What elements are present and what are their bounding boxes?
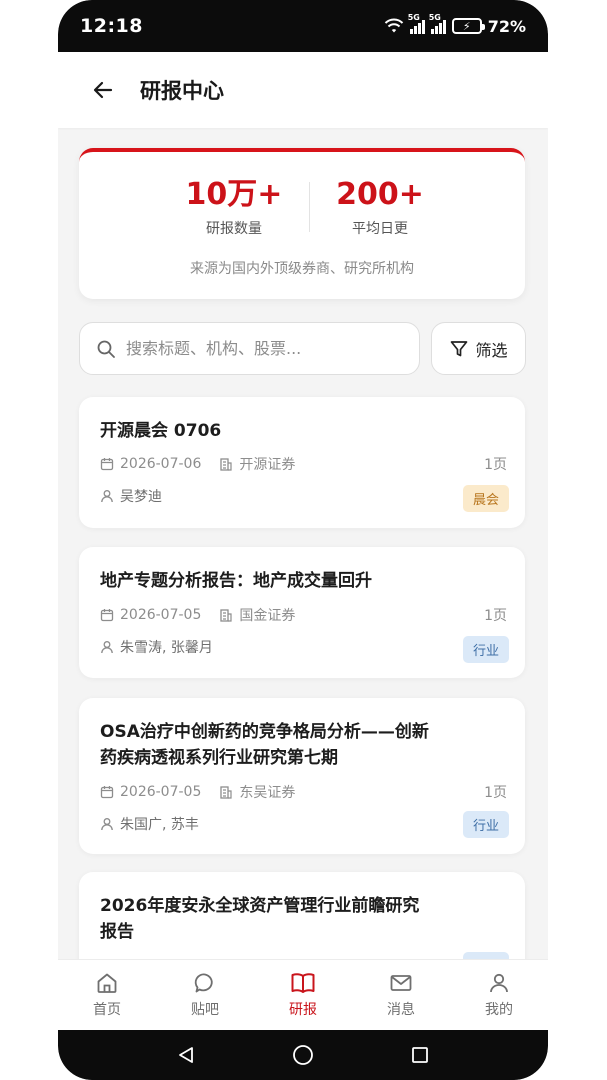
report-title-line: 报告 xyxy=(100,922,134,942)
source-note: 来源为国内外顶级券商、研究所机构 xyxy=(190,261,414,277)
status-icons: 5G 5G ⚡ 72% xyxy=(384,13,526,36)
category-tag: 晨会 xyxy=(462,485,509,512)
report-meta: 2026-07-05 国金证券 1页 xyxy=(100,605,507,625)
report-title-line: 药疾病透视系列行业研究第七期 xyxy=(100,748,338,768)
page-header: 研报中心 xyxy=(58,52,548,128)
nav-item-reports[interactable]: 研报 xyxy=(254,960,352,1030)
report-broker: 东吴证券 xyxy=(239,785,296,801)
filter-label: 筛选 xyxy=(475,340,508,360)
category-tag: 行业 xyxy=(462,811,509,838)
report-authors-row: 吴梦迪 xyxy=(100,486,162,506)
building-icon xyxy=(220,458,232,471)
report-title-line: 2026年度安永全球资产管理行业前瞻研究 xyxy=(100,896,420,916)
back-button[interactable] xyxy=(88,75,118,105)
system-nav-bar xyxy=(58,1030,548,1080)
mail-icon xyxy=(390,975,412,991)
report-authors-row: 朱雪涛, 张馨月 xyxy=(100,637,213,657)
page-title: 研报中心 xyxy=(140,79,224,103)
stats-card: 10万+ 研报数量 200+ 平均日更 来源为国内外顶级券商、研究所机构 xyxy=(79,148,525,299)
nav-item-home[interactable]: 首页 xyxy=(58,960,156,1030)
triangle-back-icon xyxy=(179,1047,193,1063)
home-icon xyxy=(97,973,117,993)
battery-icon: ⚡ xyxy=(451,18,485,34)
report-broker: 国金证券 xyxy=(239,608,296,624)
search-icon xyxy=(97,340,115,358)
phone-screen: 12:18 5G 5G ⚡ 72% 研报中心 10万+ 研报数量 200+ 平均… xyxy=(58,0,548,1080)
report-title: 地产专题分析报告：地产成交量回升 xyxy=(100,571,372,591)
person-icon xyxy=(490,973,508,993)
circle-home-icon xyxy=(293,1045,313,1065)
search-bar[interactable] xyxy=(79,322,420,375)
battery-percent: 72% xyxy=(487,16,526,36)
person-icon xyxy=(101,641,113,654)
report-title: 开源晨会 0706 xyxy=(100,421,222,441)
cell-signal-icon: 5G xyxy=(429,13,446,34)
status-bar: 12:18 5G 5G ⚡ 72% xyxy=(58,0,548,52)
report-date: 2026-07-05 xyxy=(120,784,202,800)
nav-label: 我的 xyxy=(485,1002,513,1018)
nav-label: 贴吧 xyxy=(191,1002,219,1018)
calendar-icon xyxy=(100,609,114,622)
stat-value: 200+ xyxy=(336,177,424,212)
bottom-nav: 首页 贴吧 研报 消息 我的 xyxy=(58,959,548,1030)
report-date: 2026-07-06 xyxy=(120,456,202,472)
report-title-line: OSA治疗中创新药的竞争格局分析——创新 xyxy=(100,722,429,742)
book-icon xyxy=(291,973,315,993)
system-back-button[interactable] xyxy=(176,1045,196,1065)
stat-daily-updates: 200+ 平均日更 xyxy=(305,178,455,238)
system-home-button[interactable] xyxy=(292,1044,314,1066)
report-meta: 2026-07-05 东吴证券 1页 xyxy=(100,782,507,802)
report-authors-row: 朱国广, 苏丰 xyxy=(100,814,199,834)
report-authors: 吴梦迪 xyxy=(120,489,162,505)
building-icon xyxy=(220,786,232,799)
report-meta: 2026-07-06 开源证券 1页 xyxy=(100,454,507,474)
nav-item-messages[interactable]: 消息 xyxy=(352,960,450,1030)
report-card[interactable]: 地产专题分析报告：地产成交量回升 2026-07-05 国金证券 1页 朱雪涛,… xyxy=(79,547,525,678)
stat-report-count: 10万+ 研报数量 xyxy=(159,178,309,238)
report-authors: 朱雪涛, 张馨月 xyxy=(120,640,213,656)
nav-label: 研报 xyxy=(289,1002,317,1018)
arrow-left-icon xyxy=(93,81,113,99)
report-card[interactable]: 开源晨会 0706 2026-07-06 开源证券 1页 吴梦迪 晨会 xyxy=(79,397,525,528)
building-icon xyxy=(220,609,232,622)
system-recents-button[interactable] xyxy=(410,1045,430,1065)
category-tag: 行业 xyxy=(462,636,509,663)
stat-value: 10万+ xyxy=(185,177,283,212)
wifi-icon xyxy=(384,18,403,33)
nav-item-profile[interactable]: 我的 xyxy=(450,960,548,1030)
search-input[interactable] xyxy=(126,339,406,358)
nav-item-forum[interactable]: 贴吧 xyxy=(156,960,254,1030)
nav-label: 首页 xyxy=(93,1002,121,1018)
square-recents-icon xyxy=(412,1047,428,1063)
report-title: 2026年度安永全球资产管理行业前瞻研究 报告 xyxy=(100,893,505,945)
person-icon xyxy=(101,818,113,831)
report-pages: 1页 xyxy=(484,457,507,473)
report-title: OSA治疗中创新药的竞争格局分析——创新 药疾病透视系列行业研究第七期 xyxy=(100,719,505,771)
network-type-label: 5G xyxy=(428,13,441,22)
calendar-icon xyxy=(100,458,114,471)
report-date: 2026-07-05 xyxy=(120,607,202,623)
filter-button[interactable]: 筛选 xyxy=(431,322,526,375)
report-authors: 朱国广, 苏丰 xyxy=(120,817,199,833)
funnel-icon xyxy=(451,340,468,356)
report-pages: 1页 xyxy=(484,785,507,801)
network-type-label: 5G xyxy=(407,13,420,22)
nav-label: 消息 xyxy=(387,1002,415,1018)
report-pages: 1页 xyxy=(484,608,507,624)
calendar-icon xyxy=(100,786,114,799)
report-card[interactable]: OSA治疗中创新药的竞争格局分析——创新 药疾病透视系列行业研究第七期 2026… xyxy=(79,698,525,854)
person-icon xyxy=(101,490,113,503)
cell-signal-icon: 5G xyxy=(408,13,425,34)
status-time: 12:18 xyxy=(80,15,143,37)
stat-label: 研报数量 xyxy=(206,221,262,237)
stat-label: 平均日更 xyxy=(352,221,408,237)
chat-bubble-icon xyxy=(194,973,213,993)
report-broker: 开源证券 xyxy=(239,457,296,473)
